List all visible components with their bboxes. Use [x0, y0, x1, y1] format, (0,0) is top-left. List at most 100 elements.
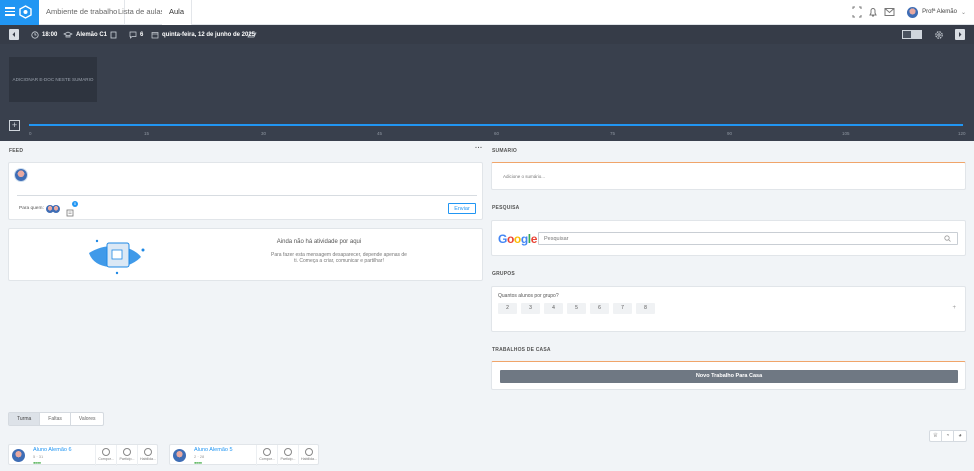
trophy-icon	[263, 448, 271, 456]
behaviour-button[interactable]: Compor...	[256, 445, 277, 466]
user-name: Profª Alemão	[922, 9, 957, 15]
student-number: 5 · 31	[33, 454, 44, 459]
skills-label: Habilida...	[301, 457, 317, 461]
student-avatar	[173, 449, 186, 462]
attachment-icon	[66, 209, 74, 217]
tab-valores[interactable]: Valores	[71, 413, 104, 425]
student-avatar	[12, 449, 25, 462]
gear-icon	[935, 30, 943, 39]
participation-button[interactable]: Particip...	[116, 445, 137, 466]
prev-lesson-button[interactable]	[9, 29, 19, 40]
pesquisa-title: PESQUISA	[492, 205, 520, 211]
timeline-bar[interactable]	[29, 124, 963, 126]
lesson-timeline: ADICIONAR E-DOC NESTE SUMARIO + 0 15 30 …	[0, 44, 974, 141]
student-card[interactable]: Aluno Alemão 5 2 · 28 ●●●● Compor... Par…	[169, 444, 319, 466]
lesson-date: quinta-feira, 12 de junho de 2025	[151, 25, 255, 44]
lesson-toolbar: 18:00 Alemão C1 6 quinta-feira, 12 de ju…	[0, 25, 974, 44]
app-logo-icon	[19, 5, 32, 19]
timeline-tick: 75	[610, 131, 616, 136]
timeline-tick: 45	[377, 131, 383, 136]
view-toggle[interactable]	[902, 25, 922, 44]
date-label: quinta-feira, 12 de junho de 2025	[162, 31, 256, 38]
skills-label: Habilida...	[140, 457, 156, 461]
bulk-actions: ♕ ◔ ◕	[929, 430, 967, 442]
student-name[interactable]: Aluno Alemão 6	[33, 447, 72, 453]
sumario-title: SUMARIO	[492, 148, 518, 154]
tab-faltas[interactable]: Faltas	[40, 413, 71, 425]
timeline-tick: 120	[958, 131, 966, 136]
behaviour-label: Compor...	[98, 457, 114, 461]
skills-button[interactable]: Habilida...	[137, 445, 158, 466]
group-size-6[interactable]: 6	[590, 303, 609, 314]
timeline-tick: 90	[727, 131, 733, 136]
student-status-dots: ●●●●	[33, 460, 41, 465]
tab-turma[interactable]: Turma	[9, 413, 41, 425]
student-name[interactable]: Aluno Alemão 5	[194, 447, 233, 453]
sumario-card[interactable]: Adicione o sumário...	[491, 162, 966, 190]
empty-state-title: Ainda não há atividade por aqui	[276, 239, 362, 245]
next-lesson-button[interactable]	[955, 29, 965, 40]
audience-avatars[interactable]	[46, 205, 60, 213]
composer-avatar	[15, 169, 27, 181]
list-view-icon[interactable]	[902, 30, 912, 39]
behaviour-button[interactable]: Compor...	[95, 445, 116, 466]
skills-icon	[305, 448, 313, 456]
search-icon[interactable]	[944, 235, 951, 242]
share-icon	[247, 32, 257, 37]
google-logo-g2: g	[520, 232, 528, 246]
share-button[interactable]	[247, 25, 257, 44]
group-size-7[interactable]: 7	[613, 303, 632, 314]
group-size-2[interactable]: 2	[498, 303, 517, 314]
student-status-dots: ●●●●	[194, 460, 202, 465]
attach-button[interactable]: 0	[66, 201, 78, 222]
timeline-tick: 60	[494, 131, 500, 136]
user-avatar	[907, 6, 919, 18]
skills-icon	[144, 448, 152, 456]
send-button[interactable]: Enviar	[448, 203, 476, 214]
timeline-tick: 105	[842, 131, 850, 136]
group-size-8[interactable]: 8	[636, 303, 655, 314]
trabalhos-title: TRABALHOS DE CASA	[492, 347, 551, 353]
group-size-more-button[interactable]: +	[952, 303, 956, 314]
settings-button[interactable]	[934, 25, 944, 44]
add-edoc-slot[interactable]: ADICIONAR E-DOC NESTE SUMARIO	[9, 57, 97, 102]
user-menu[interactable]: Profª Alemão ⌄	[907, 4, 966, 20]
trabalhos-card: Novo Trabalho Para Casa	[491, 361, 966, 390]
menu-icon[interactable]	[5, 7, 15, 16]
feed-more-icon[interactable]: ···	[475, 145, 483, 152]
new-homework-button[interactable]: Novo Trabalho Para Casa	[500, 370, 958, 383]
book-button[interactable]	[110, 25, 117, 44]
grupos-question: Quantos alunos por grupo?	[498, 293, 559, 299]
skills-button[interactable]: Habilida...	[298, 445, 319, 466]
chevron-right-icon	[959, 32, 962, 37]
bulk-skills-icon[interactable]: ◕	[954, 431, 966, 441]
book-icon	[110, 31, 117, 38]
group-size-3[interactable]: 3	[521, 303, 540, 314]
sumario-placeholder[interactable]: Adicione o sumário...	[503, 174, 545, 179]
bulk-participation-icon[interactable]: ◔	[942, 431, 954, 441]
group-size-4[interactable]: 4	[544, 303, 563, 314]
timeline-tick: 15	[144, 131, 150, 136]
bulk-trophy-icon[interactable]: ♕	[930, 431, 942, 441]
mail-icon[interactable]	[884, 5, 895, 19]
top-bar: Ambiente de trabalho Lista de aulas Aula…	[0, 0, 974, 25]
trophy-icon	[102, 448, 110, 456]
fullscreen-icon[interactable]	[852, 5, 862, 19]
group-size-5[interactable]: 5	[567, 303, 586, 314]
composer-input[interactable]	[17, 195, 477, 196]
grid-view-icon[interactable]	[912, 30, 922, 39]
class-name: Alemão C1	[76, 31, 108, 38]
timeline-tick: 0	[29, 131, 32, 136]
feed-empty-state: Ainda não há atividade por aqui Para faz…	[8, 228, 483, 281]
participation-label: Particip...	[280, 457, 296, 461]
timeline-tick: 30	[261, 131, 267, 136]
nav-tab-aula[interactable]: Aula	[162, 0, 193, 25]
bell-icon[interactable]	[868, 5, 878, 19]
behaviour-label: Compor...	[259, 457, 275, 461]
google-search-input[interactable]: Pesquisar	[538, 232, 958, 245]
student-card[interactable]: Aluno Alemão 6 5 · 31 ●●●● Compor... Par…	[8, 444, 158, 466]
participation-button[interactable]: Particip...	[277, 445, 298, 466]
app-logo-block[interactable]	[0, 0, 39, 25]
chevron-left-icon	[12, 32, 15, 37]
add-timeline-button[interactable]: +	[9, 120, 20, 131]
